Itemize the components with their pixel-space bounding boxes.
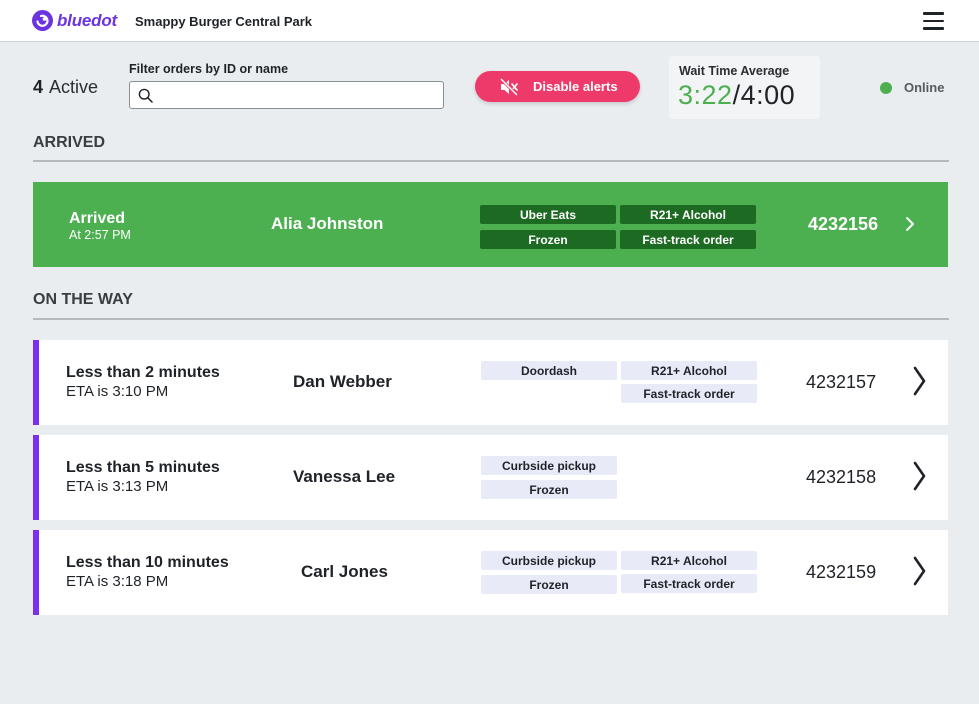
order-eta-status: Less than 5 minutes <box>66 459 220 476</box>
wait-time-value: 3:22/4:00 <box>678 80 795 111</box>
order-id: 4232156 <box>808 214 879 234</box>
order-eta-status: Less than 10 minutes <box>66 554 229 571</box>
order-tag: Frozen <box>480 230 616 249</box>
disable-alerts-button[interactable]: Disable alerts <box>475 71 640 102</box>
order-tag: Curbside pickup <box>481 551 617 570</box>
active-count-number: 4 <box>33 77 44 97</box>
chevron-right-icon[interactable] <box>905 216 915 232</box>
top-header: bluedot Smappy Burger Central Park <box>0 0 979 42</box>
order-tag: R21+ Alcohol <box>620 205 756 224</box>
mute-icon <box>499 77 519 96</box>
active-orders-count: 4 Active <box>33 77 98 98</box>
customer-name: Carl Jones <box>301 562 388 581</box>
order-tag: Frozen <box>481 480 617 499</box>
row-accent-bar <box>33 530 39 615</box>
order-tag: Curbside pickup <box>481 456 617 475</box>
order-id: 4232157 <box>806 372 877 392</box>
order-row[interactable]: Less than 5 minutes ETA is 3:13 PM Vanes… <box>33 435 948 520</box>
wait-time-label: Wait Time Average <box>679 64 790 78</box>
bluedot-logo-icon <box>32 10 53 31</box>
online-status-dot <box>880 81 892 94</box>
order-row[interactable]: Less than 10 minutes ETA is 3:18 PM Carl… <box>33 530 948 615</box>
chevron-right-icon[interactable] <box>911 459 927 493</box>
order-tag: Uber Eats <box>480 205 616 224</box>
online-status-label: Online <box>904 80 945 95</box>
order-row[interactable]: Less than 2 minutes ETA is 3:10 PM Dan W… <box>33 340 948 425</box>
brand-name: bluedot <box>57 10 117 30</box>
row-accent-bar <box>33 435 39 520</box>
chevron-right-icon[interactable] <box>911 364 927 398</box>
store-name: Smappy Burger Central Park <box>135 14 313 29</box>
order-tag: Fast-track order <box>621 384 757 403</box>
row-accent-bar <box>33 340 39 425</box>
section-title-on-the-way: ON THE WAY <box>33 291 133 308</box>
order-eta-time: ETA is 3:18 PM <box>66 573 169 590</box>
order-id: 4232158 <box>806 467 877 487</box>
order-tag: Frozen <box>481 575 617 594</box>
order-tag: R21+ Alcohol <box>621 551 757 570</box>
order-eta-status: Less than 2 minutes <box>66 364 220 381</box>
wait-time-target: /4:00 <box>732 80 796 110</box>
section-divider <box>33 160 949 162</box>
search-box[interactable] <box>129 81 444 109</box>
order-row-arrived[interactable]: Arrived At 2:57 PM Alia Johnston Uber Ea… <box>33 182 948 267</box>
wait-time-card: Wait Time Average 3:22/4:00 <box>669 56 820 119</box>
order-tag: Fast-track order <box>621 574 757 593</box>
active-count-label: Active <box>49 77 99 97</box>
section-divider <box>33 318 949 320</box>
section-title-arrived: ARRIVED <box>33 134 106 151</box>
order-tag: R21+ Alcohol <box>621 361 757 380</box>
customer-name: Vanessa Lee <box>293 467 396 486</box>
order-id: 4232159 <box>806 562 877 582</box>
order-tag: Fast-track order <box>620 230 756 249</box>
filter-label: Filter orders by ID or name <box>129 62 289 76</box>
order-time: At 2:57 PM <box>69 228 131 242</box>
customer-name: Dan Webber <box>293 372 392 391</box>
search-input[interactable] <box>160 85 435 105</box>
order-status: Arrived <box>69 210 126 227</box>
hamburger-menu-icon[interactable] <box>923 12 944 30</box>
order-eta-time: ETA is 3:10 PM <box>66 383 169 400</box>
customer-name: Alia Johnston <box>271 214 384 233</box>
chevron-right-icon[interactable] <box>911 554 927 588</box>
disable-alerts-label: Disable alerts <box>533 79 618 94</box>
wait-time-current: 3:22 <box>678 80 733 110</box>
online-status: Online <box>880 80 944 95</box>
order-tag: Doordash <box>481 361 617 380</box>
search-icon <box>138 88 153 103</box>
bluedot-logo[interactable]: bluedot <box>32 10 117 31</box>
order-eta-time: ETA is 3:13 PM <box>66 478 169 495</box>
